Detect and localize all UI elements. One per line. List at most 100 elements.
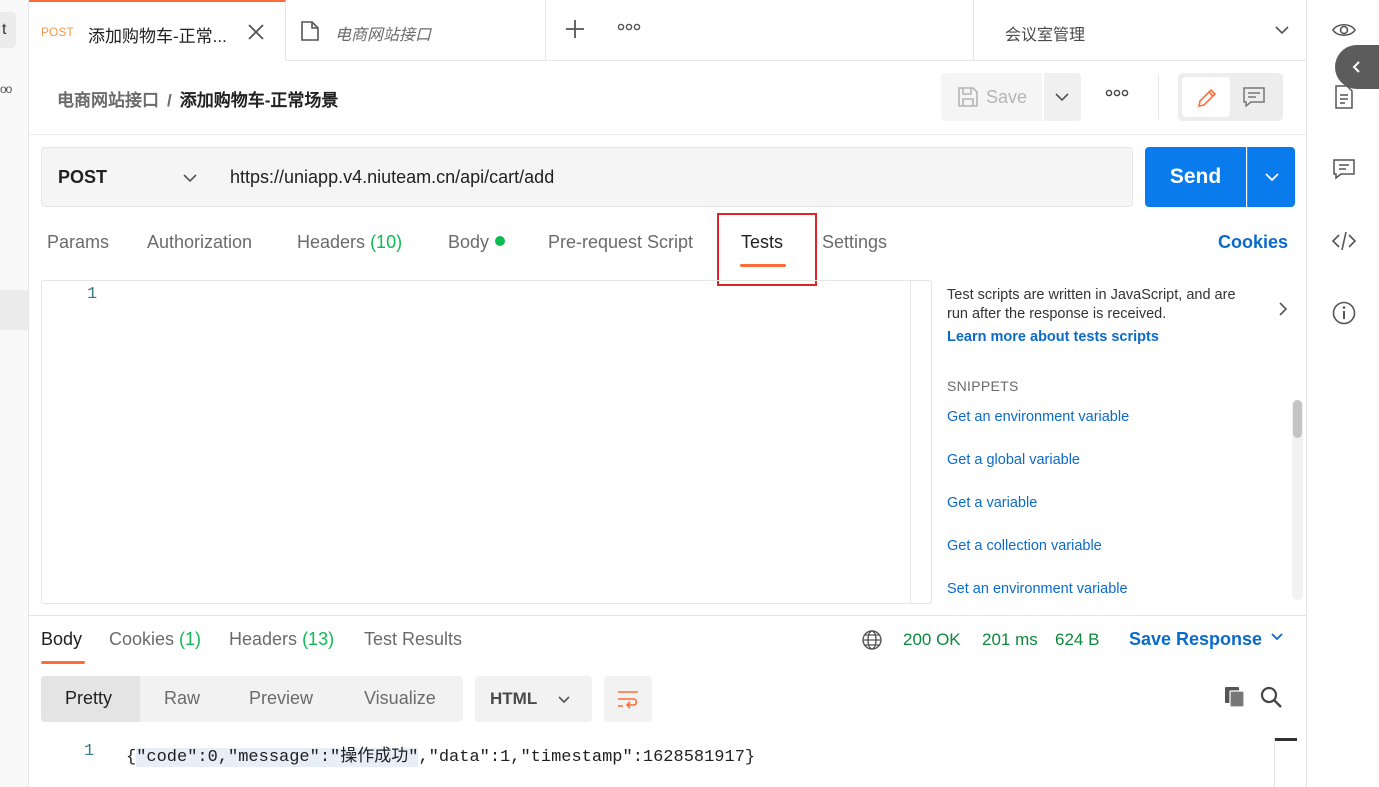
- save-response-label: Save Response: [1129, 629, 1263, 649]
- response-status[interactable]: 200 OK: [903, 630, 961, 650]
- json-open-brace: {: [126, 748, 137, 767]
- tab-label: Body: [41, 629, 83, 649]
- send-options-button[interactable]: [1247, 147, 1295, 207]
- copy-icon[interactable]: [1223, 685, 1247, 709]
- response-scrollbar[interactable]: [1274, 738, 1297, 787]
- save-response-button[interactable]: Save Response: [1129, 629, 1284, 650]
- breadcrumb: 电商网站接口 / 添加购物车-正常场景: [57, 86, 338, 111]
- chevron-down-icon: [1055, 93, 1069, 102]
- save-options-button[interactable]: [1044, 73, 1081, 121]
- tab-title: 电商网站接口: [335, 27, 432, 44]
- view-visualize-button[interactable]: Visualize: [364, 688, 436, 709]
- header-divider: [1158, 75, 1159, 119]
- send-button[interactable]: Send: [1145, 147, 1246, 207]
- mode-toggle: [1178, 73, 1283, 121]
- save-icon: [958, 87, 978, 107]
- more-icon[interactable]: [1105, 88, 1129, 98]
- line-number: 1: [87, 285, 98, 304]
- response-time[interactable]: 201 ms: [982, 630, 1038, 650]
- tab-label: Headers: [297, 232, 366, 252]
- json-highlight: "code":0,"message":"操作成功": [136, 748, 419, 767]
- tab-label: Body: [448, 232, 490, 252]
- body-indicator-dot: [495, 236, 506, 246]
- sidebar-chip[interactable]: t: [0, 12, 16, 48]
- tab-add-cart[interactable]: POST 添加购物车-正常...: [29, 0, 286, 61]
- snippets-title: SNIPPETS: [947, 378, 1019, 394]
- response-tab-headers[interactable]: Headers (13): [229, 629, 334, 650]
- chevron-down-icon: [1275, 26, 1289, 35]
- left-sidebar: t oo: [0, 0, 29, 787]
- chevron-left-icon: [1352, 61, 1360, 73]
- snippet-item[interactable]: Get a global variable: [947, 452, 1080, 468]
- plus-icon[interactable]: [563, 17, 587, 41]
- response-divider: [29, 615, 1306, 616]
- json-rest: ,"data":1,"timestamp":1628581917}: [418, 748, 756, 767]
- globe-icon[interactable]: [861, 629, 883, 651]
- response-tab-test-results[interactable]: Test Results: [364, 629, 462, 650]
- right-rail: [1306, 0, 1379, 787]
- search-icon[interactable]: [1259, 685, 1283, 709]
- sidebar-more-icon[interactable]: oo: [0, 82, 12, 96]
- format-select[interactable]: HTML: [475, 676, 592, 722]
- save-button[interactable]: Save: [941, 73, 1042, 121]
- method-select[interactable]: POST: [41, 147, 215, 207]
- eye-icon[interactable]: [1331, 17, 1357, 43]
- code-icon[interactable]: [1331, 228, 1357, 254]
- chevron-right-icon[interactable]: [1276, 300, 1290, 318]
- wrap-lines-button[interactable]: [604, 676, 652, 722]
- tests-tab-highlight: [717, 213, 817, 286]
- snippet-item[interactable]: Set an environment variable: [947, 581, 1128, 597]
- snippets-scroll-thumb[interactable]: [1293, 400, 1302, 438]
- comment-icon[interactable]: [1242, 86, 1266, 108]
- close-icon[interactable]: [245, 21, 267, 43]
- breadcrumb-collection[interactable]: 电商网站接口: [57, 91, 159, 110]
- tab-body[interactable]: Body: [448, 232, 506, 253]
- snippet-item[interactable]: Get an environment variable: [947, 409, 1129, 425]
- tests-editor[interactable]: 1: [41, 280, 932, 604]
- chevron-down-icon: [183, 174, 197, 183]
- tab-params[interactable]: Params: [47, 232, 109, 253]
- breadcrumb-request[interactable]: 添加购物车-正常场景: [180, 91, 339, 110]
- view-raw-button[interactable]: Raw: [164, 688, 200, 709]
- view-pretty-label[interactable]: Pretty: [65, 688, 112, 709]
- save-label: Save: [986, 87, 1028, 107]
- url-value: https://uniapp.v4.niuteam.cn/api/cart/ad…: [230, 167, 555, 187]
- tab-label: Test Results: [364, 629, 463, 649]
- tab-label: Cookies: [109, 629, 175, 649]
- collapse-panel-button[interactable]: [1335, 45, 1379, 89]
- response-view-selector: Pretty Raw Preview Visualize: [41, 676, 463, 722]
- header-divider-line: [29, 134, 1306, 135]
- chevron-down-icon: [1265, 173, 1279, 182]
- method-label: POST: [58, 167, 108, 187]
- headers-count: (13): [302, 629, 335, 649]
- tab-headers[interactable]: Headers (10): [297, 232, 402, 253]
- editor-scrollbar[interactable]: [910, 281, 931, 603]
- url-input[interactable]: https://uniapp.v4.niuteam.cn/api/cart/ad…: [214, 147, 1133, 207]
- tab-collection[interactable]: 电商网站接口: [286, 0, 546, 61]
- response-scroll-thumb[interactable]: [1275, 738, 1297, 741]
- pencil-icon: [1197, 88, 1217, 108]
- tab-pre-request-script[interactable]: Pre-request Script: [548, 232, 693, 253]
- sidebar-selected-item[interactable]: [0, 290, 28, 330]
- more-icon[interactable]: [617, 22, 641, 32]
- tab-authorization[interactable]: Authorization: [147, 232, 252, 253]
- response-tab-body[interactable]: Body: [41, 629, 82, 650]
- wrap-icon: [618, 691, 638, 709]
- view-preview-button[interactable]: Preview: [249, 688, 313, 709]
- environment-select[interactable]: 会议室管理: [973, 0, 1306, 61]
- edit-mode-button[interactable]: [1182, 77, 1230, 117]
- info-icon[interactable]: [1331, 300, 1357, 326]
- tab-title: 添加购物车-正常...: [88, 27, 227, 46]
- learn-more-link[interactable]: Learn more about tests scripts: [947, 329, 1159, 345]
- comment-icon[interactable]: [1331, 156, 1357, 182]
- cookies-link[interactable]: Cookies: [1218, 232, 1288, 253]
- response-size[interactable]: 624 B: [1055, 630, 1099, 650]
- snippet-item[interactable]: Get a variable: [947, 495, 1037, 511]
- tab-settings[interactable]: Settings: [822, 232, 887, 253]
- headers-count: (10): [370, 232, 403, 252]
- response-tab-cookies[interactable]: Cookies (1): [109, 629, 201, 650]
- snippet-item[interactable]: Get a collection variable: [947, 538, 1102, 554]
- tab-label: Headers: [229, 629, 298, 649]
- response-body-text[interactable]: {"code":0,"message":"操作成功","data":1,"tim…: [126, 741, 755, 767]
- tab-label: Pre-request Script: [548, 232, 694, 252]
